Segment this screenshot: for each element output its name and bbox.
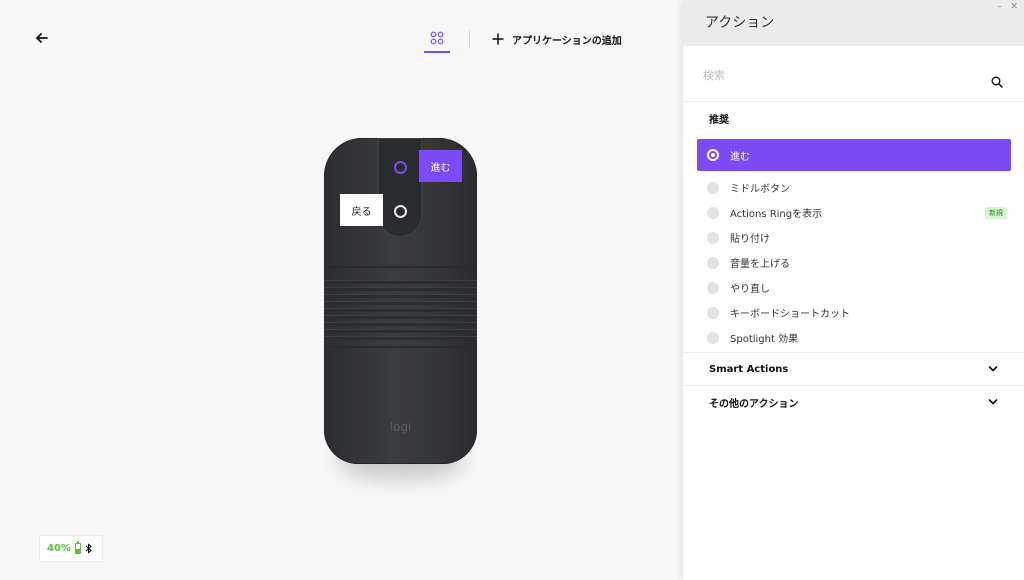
forward-button-hotspot[interactable] bbox=[394, 161, 407, 174]
panel-title: アクション bbox=[705, 15, 775, 31]
action-item-label: 進む bbox=[730, 151, 750, 163]
mouse-image: logi bbox=[324, 138, 477, 464]
mouse-side-button-cap bbox=[378, 138, 422, 237]
search-icon[interactable] bbox=[991, 76, 1003, 88]
search-row bbox=[683, 46, 1024, 102]
recommended-section-title: 推奨 bbox=[709, 115, 729, 126]
action-item[interactable]: 貼り付け bbox=[707, 225, 1007, 250]
action-item-label: ミドルボタン bbox=[730, 184, 790, 195]
mouse-band bbox=[324, 346, 477, 348]
battery-status: 40% bbox=[39, 535, 103, 562]
mouse-grip-grooves bbox=[324, 280, 477, 342]
action-item[interactable]: Actions Ringを表示 新規 bbox=[707, 200, 1007, 225]
action-item[interactable]: キーボードショートカット bbox=[707, 300, 1007, 325]
smart-actions-section[interactable]: Smart Actions bbox=[683, 352, 1024, 386]
close-icon[interactable]: ✕ bbox=[1010, 2, 1018, 12]
arrow-left-icon bbox=[36, 33, 48, 43]
radio-icon bbox=[707, 306, 719, 319]
panel-header: アクション – ✕ bbox=[683, 0, 1024, 46]
action-item-label: やり直し bbox=[730, 284, 770, 295]
top-toolbar: アプリケーションの追加 bbox=[424, 24, 622, 54]
battery-icon bbox=[74, 541, 81, 554]
radio-icon bbox=[707, 331, 719, 344]
search-input[interactable] bbox=[703, 64, 983, 86]
action-item[interactable]: 音量を上げる bbox=[707, 250, 1007, 275]
action-item-label: キーボードショートカット bbox=[730, 309, 850, 320]
action-item-label: Spotlight 効果 bbox=[730, 334, 799, 345]
mouse-divider bbox=[324, 266, 477, 268]
minimize-icon[interactable]: – bbox=[998, 2, 1003, 12]
chevron-down-icon bbox=[988, 366, 998, 372]
smart-actions-title: Smart Actions bbox=[709, 364, 789, 375]
action-item-label: 音量を上げる bbox=[730, 259, 790, 270]
action-item[interactable]: ミドルボタン bbox=[707, 175, 1007, 200]
other-actions-section[interactable]: その他のアクション bbox=[683, 385, 1024, 419]
new-badge: 新規 bbox=[985, 207, 1007, 219]
plus-icon bbox=[492, 33, 504, 45]
all-applications-button[interactable] bbox=[424, 25, 450, 53]
radio-icon bbox=[707, 281, 719, 294]
actions-panel: アクション – ✕ 推奨 進む ミドルボタン Actions Ringを表示 新… bbox=[683, 0, 1024, 580]
back-button[interactable] bbox=[32, 28, 52, 48]
battery-percent: 40% bbox=[47, 543, 71, 554]
bluetooth-icon bbox=[85, 543, 92, 554]
action-item[interactable]: Spotlight 効果 bbox=[707, 325, 1007, 350]
recommended-actions-list: ミドルボタン Actions Ringを表示 新規 貼り付け 音量を上げる やり… bbox=[707, 175, 1007, 350]
back-button-hotspot[interactable] bbox=[394, 205, 407, 218]
back-button-callout[interactable]: 戻る bbox=[340, 194, 383, 226]
add-application-button[interactable]: アプリケーションの追加 bbox=[492, 32, 622, 47]
action-item-label: 貼り付け bbox=[730, 234, 770, 245]
forward-button-callout[interactable]: 進む bbox=[419, 150, 462, 182]
action-item-selected[interactable]: 進む bbox=[697, 139, 1011, 171]
device-canvas: アプリケーションの追加 logi 進む 戻る 40% bbox=[0, 0, 683, 580]
radio-icon bbox=[707, 231, 719, 244]
radio-icon bbox=[707, 181, 719, 194]
radio-selected-icon bbox=[707, 149, 719, 161]
action-item[interactable]: やり直し bbox=[707, 275, 1007, 300]
action-item-label: Actions Ringを表示 bbox=[730, 209, 823, 220]
chevron-down-icon bbox=[988, 399, 998, 405]
radio-icon bbox=[707, 206, 719, 219]
logi-logo: logi bbox=[389, 420, 412, 434]
add-application-label: アプリケーションの追加 bbox=[512, 35, 622, 47]
radio-icon bbox=[707, 256, 719, 269]
toolbar-divider bbox=[469, 30, 470, 48]
apps-grid-icon bbox=[430, 31, 444, 45]
other-actions-title: その他のアクション bbox=[709, 399, 799, 410]
